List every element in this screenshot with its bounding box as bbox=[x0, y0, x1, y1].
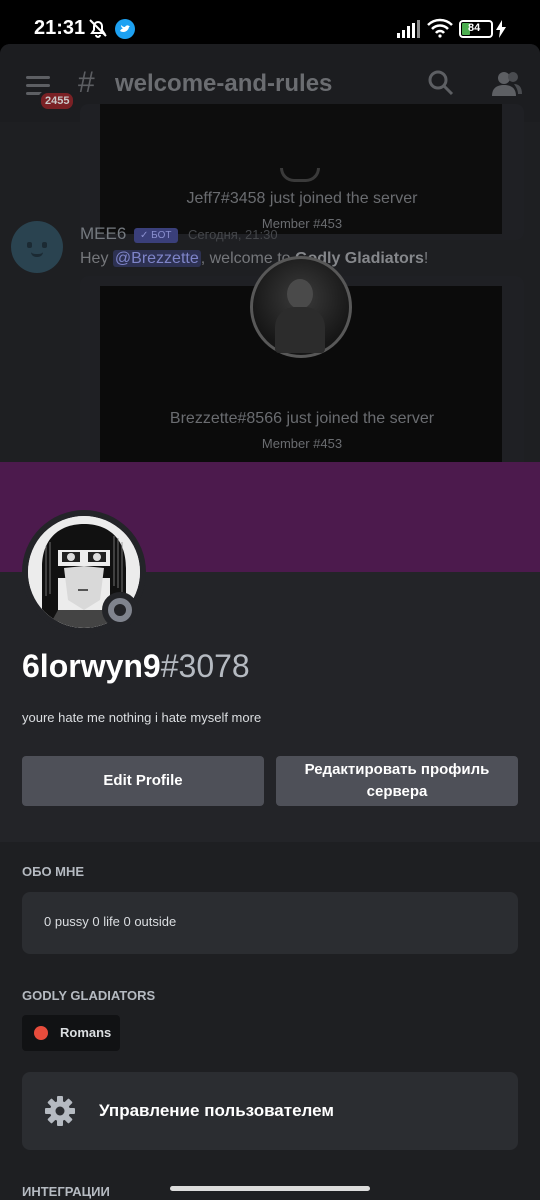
wifi-icon bbox=[427, 18, 453, 38]
channel-hash-icon: # bbox=[78, 66, 95, 99]
members-icon[interactable] bbox=[492, 70, 522, 96]
message-author[interactable]: MEE6 bbox=[80, 224, 126, 244]
profile-username[interactable]: 6lorwyn9#3078 bbox=[22, 648, 250, 685]
about-me-text: 0 pussy 0 life 0 outside bbox=[44, 914, 177, 929]
battery-icon: 84 bbox=[459, 20, 493, 38]
gear-icon bbox=[45, 1096, 75, 1126]
chat-background: 2455 # welcome-and-rules Jeff7#3458 just… bbox=[0, 44, 540, 464]
edit-profile-button[interactable]: Edit Profile bbox=[22, 756, 264, 806]
embed-member-number-2: Member #453 bbox=[261, 436, 343, 451]
edit-server-profile-button[interactable]: Редактировать профиль сервера bbox=[276, 756, 518, 806]
manage-user-label: Управление пользователем bbox=[99, 1101, 334, 1120]
signal-icon bbox=[397, 20, 420, 38]
bot-tag: ✓ БОТ bbox=[134, 228, 178, 243]
embed-join-text-2: Brezzette#8566 just joined the server bbox=[169, 410, 435, 427]
status-indicator bbox=[102, 592, 138, 628]
welcome-embed: Jeff7#3458 just joined the server Member… bbox=[80, 104, 524, 240]
message-text: Hey @Brezzette, welcome to Godly Gladiat… bbox=[80, 250, 429, 267]
user-mention[interactable]: @Brezzette bbox=[112, 250, 201, 267]
embed-join-text: Jeff7#3458 just joined the server bbox=[186, 190, 418, 207]
discriminator: #3078 bbox=[160, 648, 250, 684]
manage-user-button[interactable]: Управление пользователем bbox=[22, 1072, 518, 1150]
status-time: 21:31 bbox=[34, 17, 86, 39]
unread-badge: 2455 bbox=[38, 90, 77, 112]
profile-bio: youre hate me nothing i hate myself more bbox=[22, 710, 262, 725]
about-me-label: ОБО МНЕ bbox=[22, 864, 85, 879]
search-icon[interactable] bbox=[428, 70, 454, 96]
home-indicator[interactable] bbox=[170, 1186, 370, 1191]
new-member-avatar bbox=[250, 256, 352, 358]
message-timestamp: Сегодня, 21:30 bbox=[188, 227, 278, 242]
server-roles-label: GODLY GLADIATORS bbox=[22, 988, 156, 1003]
role-color-dot bbox=[34, 1026, 48, 1040]
twitter-icon bbox=[115, 19, 135, 39]
charging-icon bbox=[496, 20, 506, 38]
channel-name: welcome-and-rules bbox=[115, 70, 333, 97]
battery-level: 84 bbox=[468, 22, 481, 34]
mute-icon bbox=[89, 19, 107, 38]
integrations-label: ИНТЕГРАЦИИ bbox=[22, 1184, 110, 1199]
role-name: Romans bbox=[60, 1025, 112, 1040]
mee6-avatar[interactable] bbox=[11, 221, 63, 273]
role-pill[interactable]: Romans bbox=[22, 1015, 120, 1051]
offline-status-icon bbox=[108, 598, 132, 622]
about-me-card: 0 pussy 0 life 0 outside bbox=[22, 892, 518, 954]
